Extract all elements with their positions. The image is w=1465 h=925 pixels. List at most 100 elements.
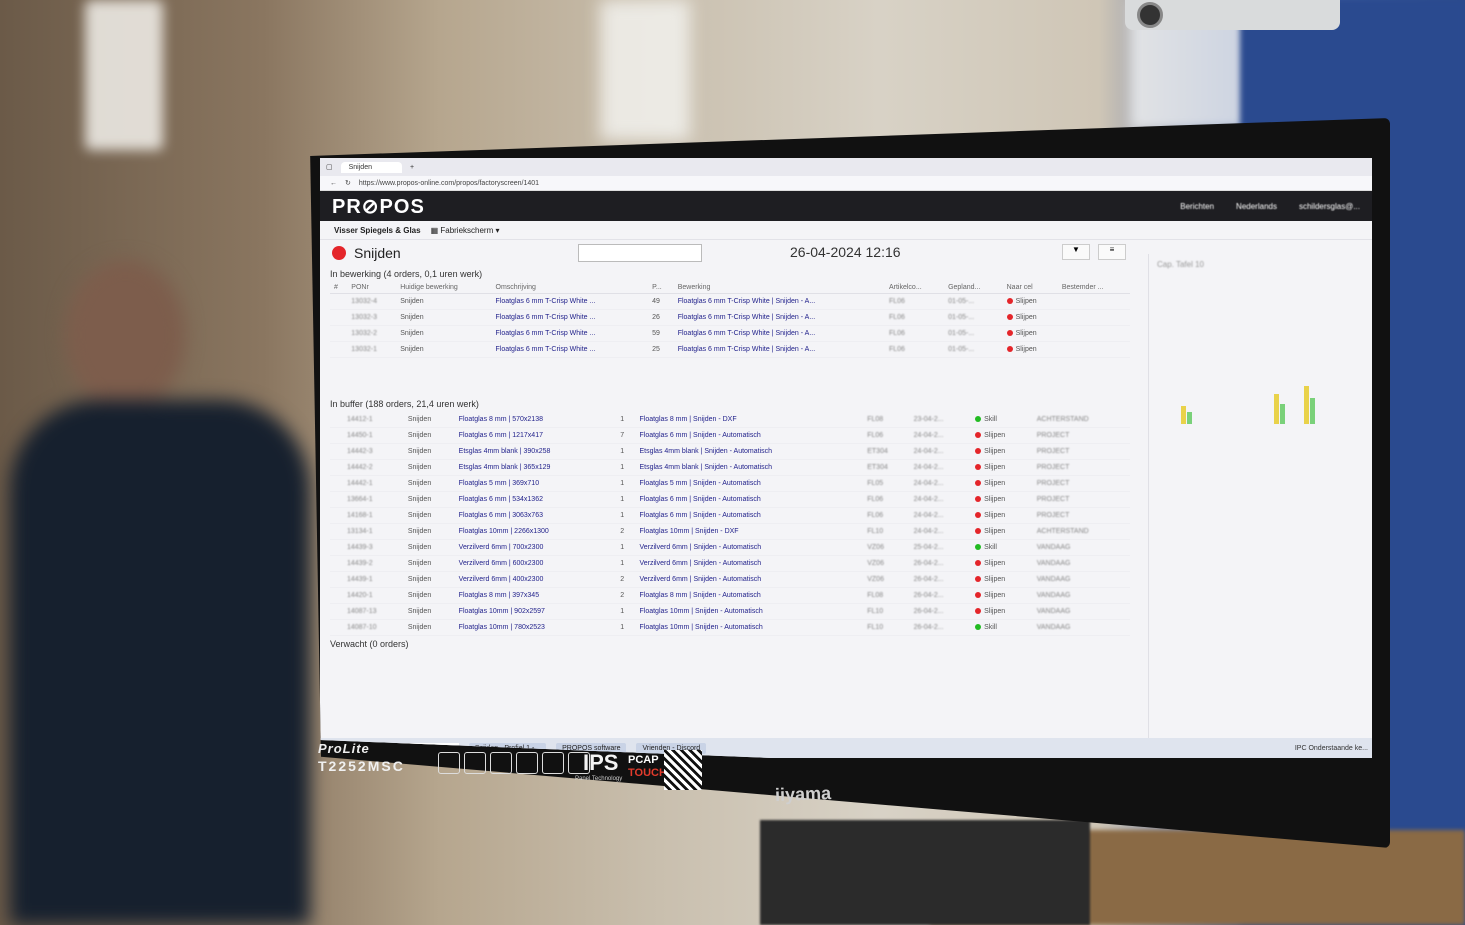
table-row[interactable]: 13134-1 Snijden Floatglas 10mm | 2266x1300… xyxy=(330,523,1130,540)
cell-ponr: 14442-1 xyxy=(342,475,404,492)
cell-bewerking: Floatglas 6 mm | Snijden - Automatisch xyxy=(635,491,864,508)
table-row[interactable]: 14439-2 Snijden Verzilverd 6mm | 600x2300 1… xyxy=(330,555,1130,572)
table-row[interactable]: 13032-1 Snijden Floatglas 6 mm T-Crisp Whi… xyxy=(330,341,1130,358)
table-row[interactable]: 14439-3 Snijden Verzilverd 6mm | 700x2300 1… xyxy=(330,539,1130,556)
cell-omschrijving: Floatglas 6 mm T-Crisp White ... xyxy=(491,309,649,326)
naar-cel-label: Slijpen xyxy=(1015,314,1037,321)
cell-bewerking: Floatglas 6 mm | Snijden - Automatisch xyxy=(635,507,864,524)
cell-bewerking: Floatglas 6 mm T-Crisp White | Snijden -… xyxy=(673,309,885,326)
cell-bewerking: Floatglas 8 mm | Snijden - Automatisch xyxy=(635,587,864,604)
table-row[interactable]: 14168-1 Snijden Floatglas 6 mm | 3063x763 1… xyxy=(330,507,1130,524)
nav-language[interactable]: Nederlands xyxy=(1236,202,1277,211)
company-name: Visser Spiegels & Glas xyxy=(334,225,421,235)
col-artikel[interactable]: Artikelco... xyxy=(884,282,945,294)
row-hash xyxy=(330,507,343,524)
cell-bestemder: VANDAAG xyxy=(1032,539,1130,556)
cell-omschrijving: Etsglas 4mm blank | 365x129 xyxy=(454,459,617,476)
cell-gepland: 24-04-2... xyxy=(909,459,972,476)
cell-artikel: FL06 xyxy=(884,309,945,326)
table-row[interactable]: 14087-10 Snijden Floatglas 10mm | 780x2523… xyxy=(330,619,1130,636)
table-row[interactable]: 14442-3 Snijden Etsglas 4mm blank | 390x25… xyxy=(330,443,1130,460)
col-naar[interactable]: Naar cel xyxy=(1002,282,1058,294)
filter-button[interactable]: ▼ xyxy=(1062,244,1090,260)
nav-user[interactable]: schildersglas@... xyxy=(1299,202,1360,211)
naar-cel-label: Slijpen xyxy=(984,448,1006,455)
address-bar[interactable]: ← ↻ https://www.propos-online.com/propos… xyxy=(320,176,1372,191)
table-row[interactable]: 13032-4 Snijden Floatglas 6 mm T-Crisp Whi… xyxy=(330,293,1130,310)
cell-gepland: 24-04-2... xyxy=(909,443,972,460)
row-hash xyxy=(330,412,343,428)
cell-huidige: Snijden xyxy=(403,539,455,556)
cell-p: 1 xyxy=(616,619,636,636)
taskbar-notification[interactable]: IPC Onderstaande ke... xyxy=(1295,745,1368,752)
tab-snijden[interactable]: Snijden xyxy=(340,161,402,173)
view-selector[interactable]: ▦ Fabriekscherm ▾ xyxy=(431,226,500,235)
cell-bewerking: Floatglas 6 mm T-Crisp White | Snijden -… xyxy=(673,341,885,358)
cell-artikel: FL06 xyxy=(884,341,945,358)
url-text[interactable]: https://www.propos-online.com/propos/fac… xyxy=(359,180,539,187)
cell-huidige: Snijden xyxy=(396,293,492,310)
col-bewerking[interactable]: Bewerking xyxy=(673,282,885,294)
col-bestemder[interactable]: Bestemder ... xyxy=(1057,282,1130,294)
new-tab-icon[interactable]: + xyxy=(410,164,414,171)
table-row[interactable]: 14420-1 Snijden Floatglas 8 mm | 397x345 2 F… xyxy=(330,587,1130,604)
blurred-person xyxy=(10,260,310,925)
cell-ponr: 13032-1 xyxy=(347,341,397,358)
table-row[interactable]: 14087-13 Snijden Floatglas 10mm | 902x2597… xyxy=(330,603,1130,620)
search-input[interactable] xyxy=(578,244,702,262)
cell-gepland: 23-04-2... xyxy=(909,412,972,428)
cell-naar-cel: Slijpen xyxy=(971,523,1033,540)
capacity-title: Cap. Tafel 10 xyxy=(1157,260,1204,269)
table-row[interactable]: 13032-3 Snijden Floatglas 6 mm T-Crisp Whi… xyxy=(330,309,1130,326)
cell-bestemder xyxy=(1057,341,1130,358)
table-row[interactable]: 14439-1 Snijden Verzilverd 6mm | 400x2300 2… xyxy=(330,571,1130,588)
cell-huidige: Snijden xyxy=(403,523,455,540)
table-row[interactable]: 13664-1 Snijden Floatglas 6 mm | 534x1362 1… xyxy=(330,491,1130,508)
cell-omschrijving: Floatglas 5 mm | 369x710 xyxy=(454,475,617,492)
cell-p: 26 xyxy=(648,309,674,326)
cell-bewerking: Verzilverd 6mm | Snijden - Automatisch xyxy=(635,571,864,588)
naar-cel-label: Slijpen xyxy=(1015,298,1037,305)
cell-artikel: FL08 xyxy=(863,587,910,604)
table-row[interactable]: 14450-1 Snijden Floatglas 6 mm | 1217x417 7… xyxy=(330,427,1130,444)
col-ponr[interactable]: PONr xyxy=(347,282,397,294)
table-row[interactable]: 14412-1 Snijden Floatglas 8 mm | 570x2138 1… xyxy=(330,412,1130,428)
table-row[interactable]: 14442-2 Snijden Etsglas 4mm blank | 365x12… xyxy=(330,459,1130,476)
wall-camera xyxy=(1125,0,1340,30)
cell-ponr: 14439-1 xyxy=(342,571,404,588)
cell-omschrijving: Floatglas 6 mm | 3063x763 xyxy=(454,507,617,524)
propos-logo[interactable]: PR⊘POS xyxy=(332,194,425,219)
cell-ponr: 14168-1 xyxy=(342,507,404,524)
status-dot-icon xyxy=(975,624,982,631)
cell-artikel: ET304 xyxy=(863,443,910,460)
row-hash xyxy=(330,603,343,620)
cell-omschrijving: Floatglas 8 mm | 397x345 xyxy=(454,587,617,604)
cell-naar-cel: Slijpen xyxy=(971,427,1033,444)
table-row[interactable]: 13032-2 Snijden Floatglas 6 mm T-Crisp Whi… xyxy=(330,325,1130,342)
cell-ponr: 14087-13 xyxy=(342,603,404,620)
table-row[interactable]: 14442-1 Snijden Floatglas 5 mm | 369x710 1 F… xyxy=(330,475,1130,492)
nav-messages[interactable]: Berichten xyxy=(1180,202,1214,211)
status-dot-icon xyxy=(975,496,982,503)
cell-p: 59 xyxy=(648,325,674,342)
status-dot-icon xyxy=(1006,298,1013,305)
cell-gepland: 26-04-2... xyxy=(909,619,972,636)
row-hash xyxy=(330,571,343,588)
cell-p: 2 xyxy=(616,587,636,604)
cell-p: 1 xyxy=(616,475,636,492)
row-hash xyxy=(330,619,343,636)
reload-icon[interactable]: ↻ xyxy=(345,179,351,187)
col-huidige[interactable]: Huidige bewerking xyxy=(396,282,492,294)
col-hash[interactable]: # xyxy=(330,282,348,294)
back-icon[interactable]: ← xyxy=(330,180,337,187)
cell-bestemder: ACHTERSTAND xyxy=(1032,412,1130,428)
settings-button[interactable]: ≡ xyxy=(1098,244,1126,260)
row-hash xyxy=(330,475,343,492)
status-dot-icon xyxy=(975,464,982,471)
col-omschrijving[interactable]: Omschrijving xyxy=(491,282,649,294)
cell-artikel: FL06 xyxy=(863,507,910,524)
col-p[interactable]: P... xyxy=(648,282,674,294)
col-gepland[interactable]: Gepland... xyxy=(944,282,1003,294)
tab-actions-icon[interactable]: ▢ xyxy=(326,163,333,171)
cell-huidige: Snijden xyxy=(396,309,492,326)
